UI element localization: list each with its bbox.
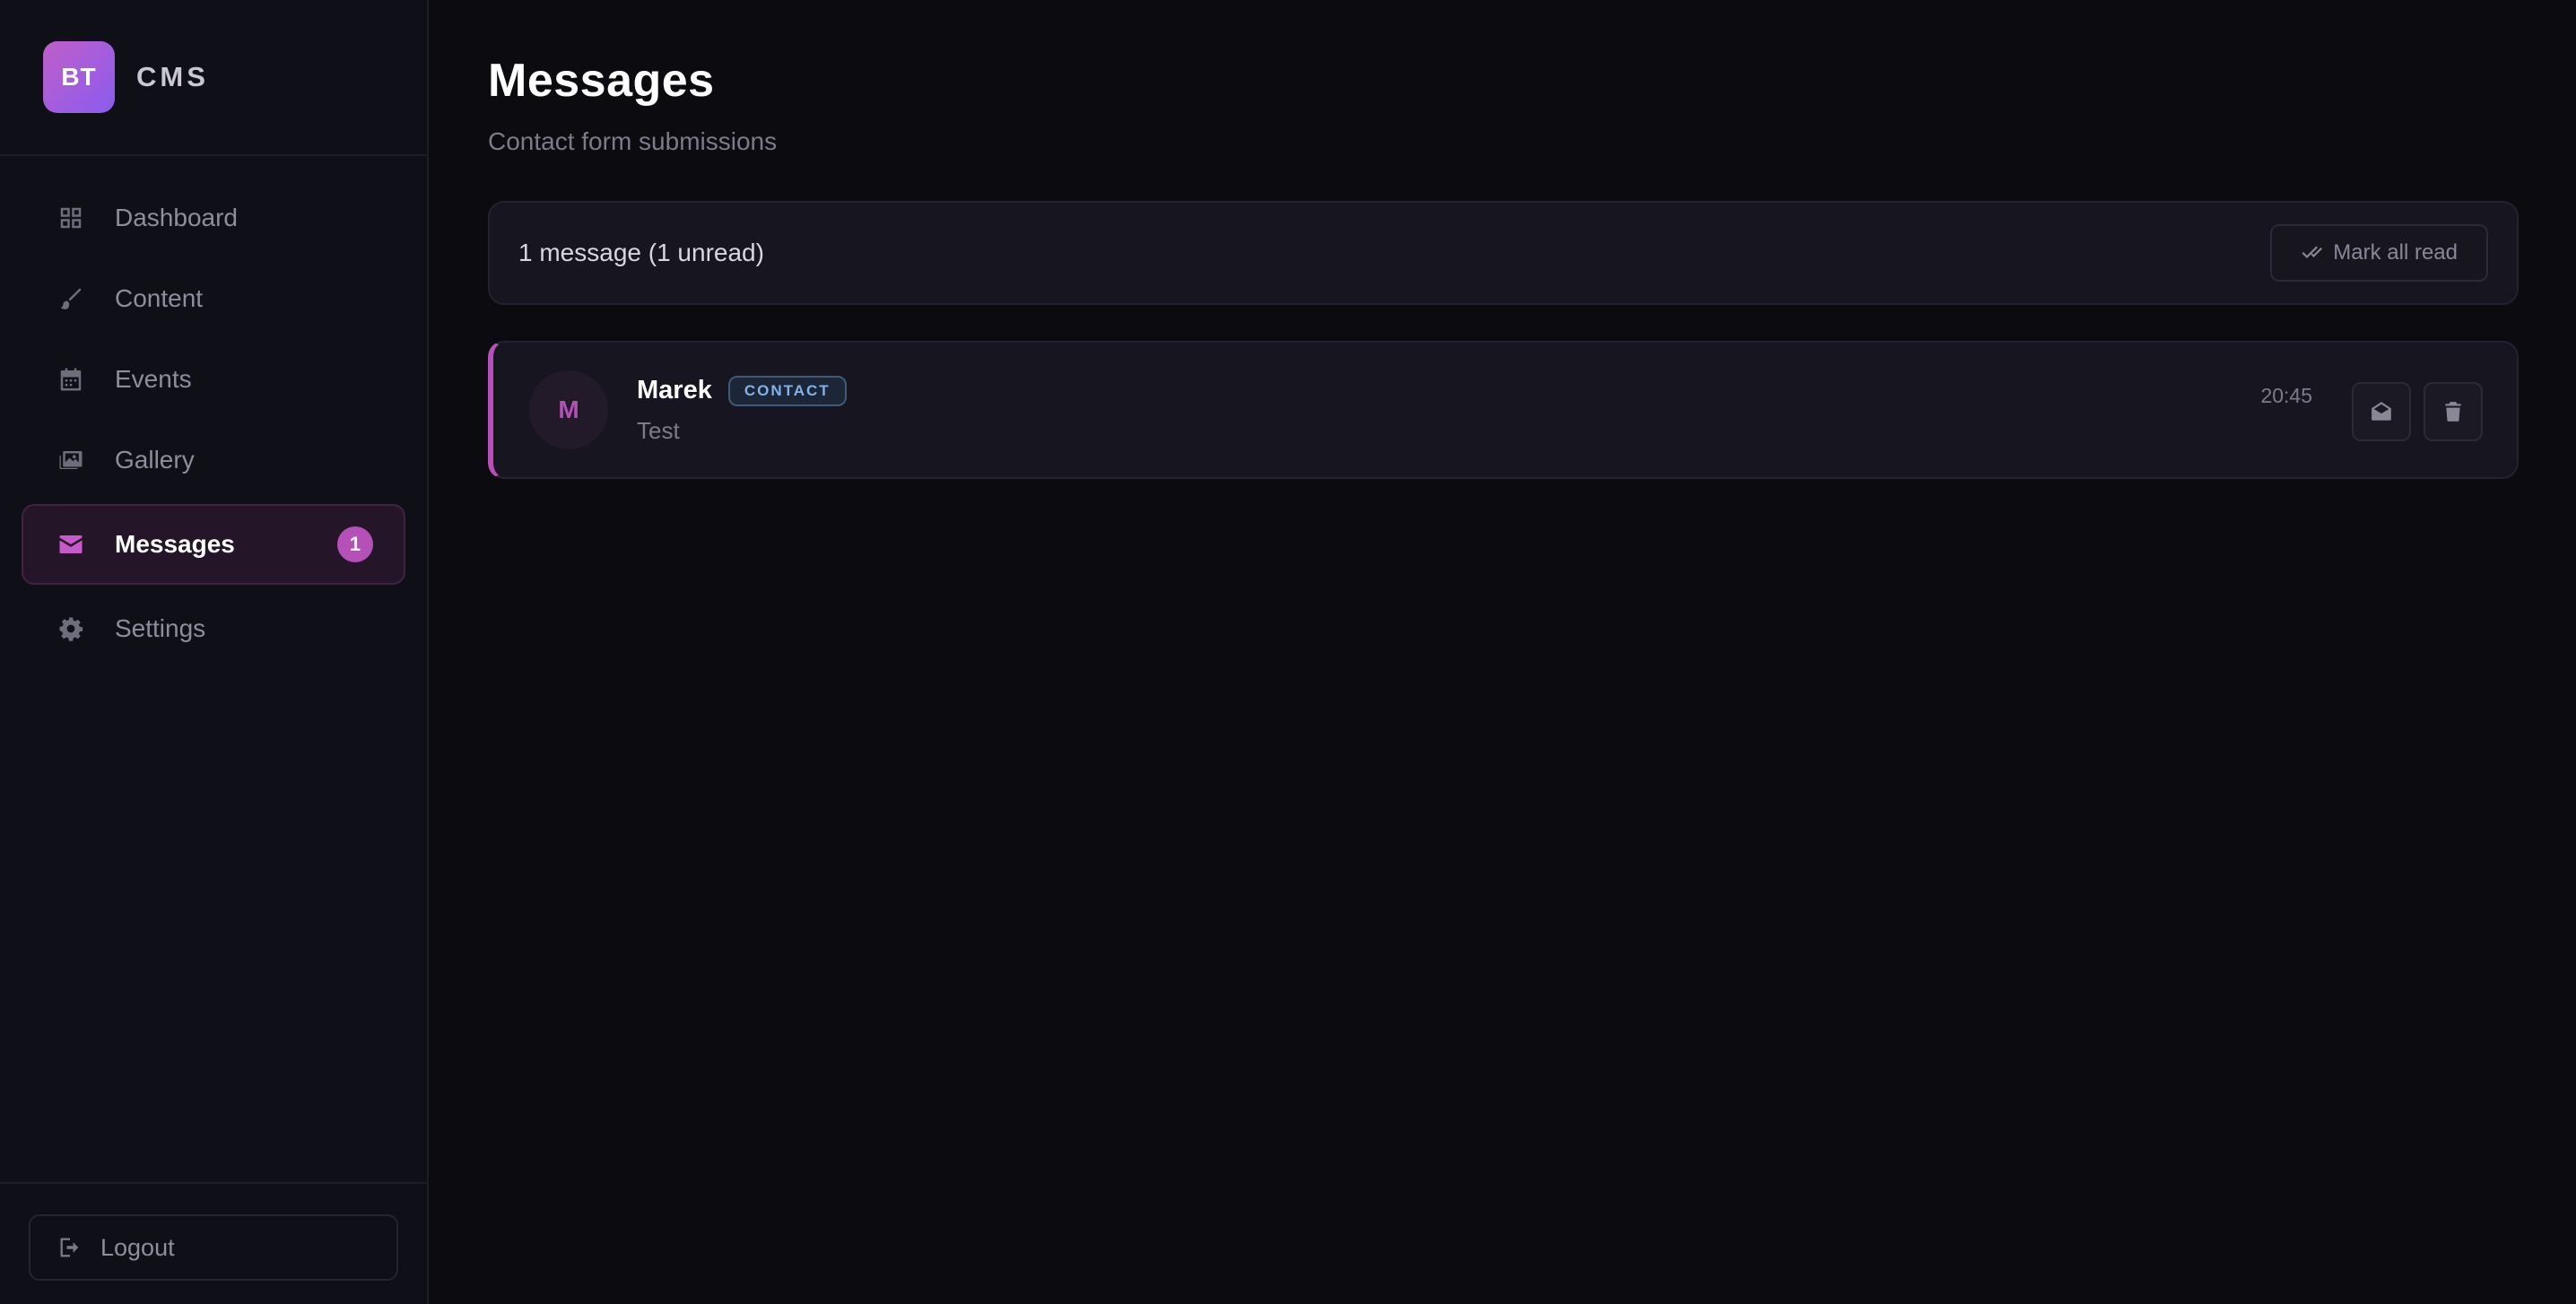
sidebar-item-content[interactable]: Content [22,258,405,339]
delete-button[interactable] [2424,382,2483,441]
sidebar-item-messages[interactable]: Messages 1 [22,504,405,585]
sidebar-item-label: Dashboard [115,204,238,231]
page-title: Messages [488,55,715,107]
sidebar: BT CMS Dashboard Content Events Gallery … [0,0,429,1304]
message-body: Marek CONTACT Test [637,375,847,445]
sidebar-item-dashboard[interactable]: Dashboard [22,178,405,258]
envelope-icon [56,529,86,560]
message-actions: 20:45 [2260,343,2483,477]
mark-read-button[interactable] [2352,382,2411,441]
mark-all-read-button[interactable]: Mark all read [2270,224,2488,282]
avatar: M [529,370,608,449]
dashboard-icon [56,203,86,233]
message-time: 20:45 [2260,384,2312,407]
logout-button[interactable]: Logout [29,1214,398,1281]
sidebar-item-events[interactable]: Events [22,339,405,420]
double-check-icon [2302,246,2323,258]
message-type-badge: CONTACT [727,375,847,406]
envelope-open-icon [2371,402,2391,421]
trash-icon [2445,402,2461,422]
sidebar-item-label: Settings [115,614,206,642]
message-preview: Test [637,416,680,444]
message-item[interactable]: M Marek CONTACT Test 20:45 [488,341,2519,479]
sidebar-footer: Logout [0,1182,427,1304]
sidebar-item-label: Events [115,365,192,393]
brand: BT CMS [0,0,427,156]
message-header: Marek CONTACT [637,375,847,406]
page-subtitle: Contact form submissions [488,127,778,155]
messages-toolbar: 1 message (1 unread) Mark all read [488,201,2519,305]
message-count: 1 message (1 unread) [518,239,764,266]
sidebar-item-label: Messages [115,530,235,558]
main-content: Messages Contact form submissions 1 mess… [429,0,2576,1304]
logout-icon [60,1238,79,1257]
unread-count-badge: 1 [337,526,373,562]
sidebar-item-label: Gallery [115,446,195,474]
calendar-icon [56,364,86,395]
gear-icon [56,613,86,644]
sidebar-item-gallery[interactable]: Gallery [22,420,405,500]
logout-label: Logout [100,1233,175,1261]
images-icon [56,445,86,475]
sidebar-nav: Dashboard Content Events Gallery Message… [0,156,427,669]
brand-logo[interactable]: BT [43,41,115,113]
sidebar-item-label: Content [115,284,204,312]
brand-name: CMS [136,61,209,92]
sender-name: Marek [637,376,712,404]
mark-all-read-label: Mark all read [2333,240,2458,265]
brush-icon [56,283,86,314]
app-root: BT CMS Dashboard Content Events Gallery … [0,0,2576,1304]
sidebar-item-settings[interactable]: Settings [22,588,405,669]
